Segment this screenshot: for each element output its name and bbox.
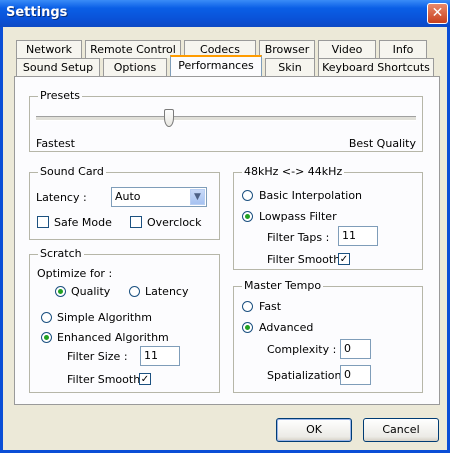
master-tempo-group: Master Tempo Fast Advanced Complexity : … [233,279,423,393]
checkmark-icon: ✓ [140,374,150,385]
resample-group: 48kHz <-> 44kHz Basic Interpolation Lowp… [233,165,423,270]
lowpass-filter-radio[interactable] [242,211,253,222]
tab-label: Browser [264,43,310,56]
scratch-filter-smooth-checkbox[interactable]: ✓ [139,373,151,385]
tab-label: Options [113,61,157,74]
safe-mode-checkbox[interactable] [37,216,49,228]
presets-slider-thumb[interactable] [164,109,174,127]
filter-taps-label: Filter Taps : [267,231,330,244]
resample-filter-smooth-checkbox[interactable]: ✓ [338,253,350,265]
tab-label: Skin [278,61,302,74]
performances-panel: Presets Fastest Best Quality Sound Card … [14,76,440,405]
tab-label: Sound Setup [22,61,94,74]
tab-skin[interactable]: Skin [265,58,315,76]
tab-performances[interactable]: Performances [170,55,262,77]
fast-label: Fast [259,300,282,313]
latency-label: Latency : [36,191,87,204]
simple-algorithm-label: Simple Algorithm [57,311,152,324]
tab-network[interactable]: Network [16,40,82,58]
tab-options[interactable]: Options [103,58,167,76]
tab-label: Video [331,43,363,56]
sound-card-group: Sound Card Latency : Auto ▼ Safe Mode Ov… [29,165,220,240]
filter-size-label: Filter Size : [67,350,128,363]
filter-taps-input[interactable]: 11 [338,226,378,246]
filter-size-input[interactable]: 11 [140,346,180,366]
close-button[interactable]: ✕ [427,3,448,24]
ok-button[interactable]: OK [276,418,352,442]
close-icon: ✕ [431,5,444,21]
safe-mode-label: Safe Mode [54,216,112,229]
latency-select[interactable]: Auto ▼ [111,187,207,207]
cancel-button[interactable]: Cancel [363,418,439,442]
complexity-label: Complexity : [267,343,337,356]
title-bar: Settings ✕ [0,0,450,27]
spatialization-label: Spatialization : [267,369,349,382]
checkmark-icon: ✓ [339,254,349,265]
sound-card-legend: Sound Card [38,165,106,178]
quality-radio[interactable] [55,286,66,297]
overclock-label: Overclock [147,216,202,229]
latency-radio[interactable] [129,286,140,297]
enhanced-algorithm-radio[interactable] [41,332,52,343]
tab-label: Keyboard Shortcuts [322,61,430,74]
presets-group: Presets Fastest Best Quality [29,89,423,152]
tab-sound-setup[interactable]: Sound Setup [16,58,100,76]
master-tempo-legend: Master Tempo [242,279,324,292]
quality-label: Quality [71,285,111,298]
simple-algorithm-radio[interactable] [41,312,52,323]
optimize-label: Optimize for : [37,267,113,280]
tab-label: Remote Control [90,43,176,56]
latency-radio-label: Latency [145,285,189,298]
tab-info[interactable]: Info [379,40,427,58]
tab-keyboard-shortcuts[interactable]: Keyboard Shortcuts [318,58,434,76]
overclock-checkbox[interactable] [130,216,142,228]
tab-label: Info [392,43,414,56]
window-title: Settings [6,5,68,20]
basic-interpolation-label: Basic Interpolation [259,189,363,202]
complexity-input[interactable]: 0 [340,339,371,359]
presets-max-label: Best Quality [348,137,416,150]
advanced-radio[interactable] [242,322,253,333]
presets-legend: Presets [38,89,83,102]
tab-browser[interactable]: Browser [259,40,315,58]
scratch-group: Scratch Optimize for : Quality Latency S… [29,247,220,393]
tab-video[interactable]: Video [318,40,376,58]
tab-remote-control[interactable]: Remote Control [85,40,181,58]
scratch-legend: Scratch [38,247,84,260]
enhanced-algorithm-label: Enhanced Algorithm [57,331,169,344]
advanced-label: Advanced [259,321,314,334]
tab-label: Network [26,43,72,56]
basic-interpolation-radio[interactable] [242,190,253,201]
lowpass-filter-label: Lowpass Filter [259,210,337,223]
presets-min-label: Fastest [36,137,75,150]
presets-slider-track [36,116,416,121]
scratch-filter-smooth-label: Filter Smooth [67,373,141,386]
latency-value: Auto [115,190,141,203]
chevron-down-icon: ▼ [190,189,205,205]
tab-label: Performances [178,59,254,72]
fast-radio[interactable] [242,301,253,312]
spatialization-input[interactable]: 0 [340,365,371,385]
resample-filter-smooth-label: Filter Smooth [267,253,341,266]
resample-legend: 48kHz <-> 44kHz [242,165,345,178]
